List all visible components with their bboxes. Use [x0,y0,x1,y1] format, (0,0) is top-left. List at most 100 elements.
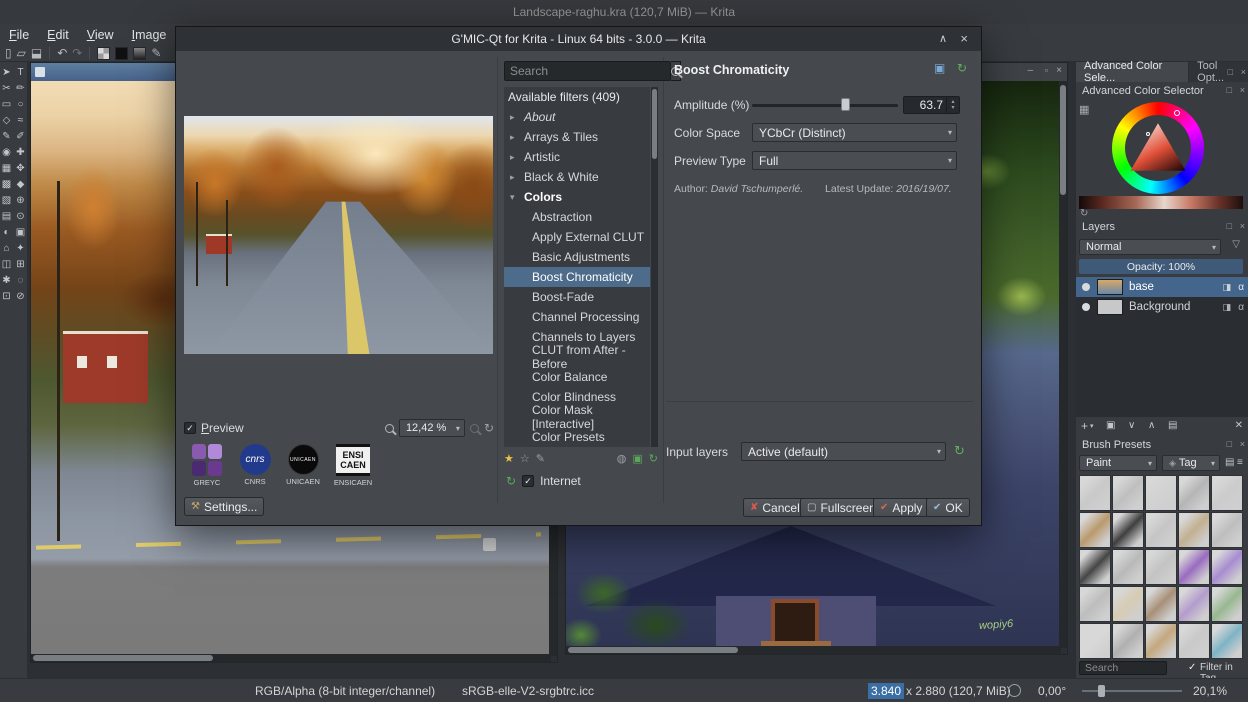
brush-preset[interactable] [1211,475,1243,511]
selector-settings-icon[interactable]: ▦ [1079,103,1089,116]
layer-name[interactable]: Background [1129,301,1190,313]
chevron-right-icon[interactable]: ▸ [510,132,519,143]
advanced-color-selector[interactable]: ▦ [1076,100,1248,220]
brush-search-input[interactable] [1079,661,1167,675]
canvas-rotation-icon[interactable] [1008,684,1021,697]
layer-row-background[interactable]: Background ◨ α [1076,297,1248,317]
brush-preset[interactable] [1112,586,1144,622]
shade-window-icon[interactable]: ∧ [939,32,947,45]
tool-icon[interactable]: ✦ [14,241,27,256]
filter-basic-adjustments[interactable]: Basic Adjustments [504,247,650,267]
zoom-level-label[interactable]: 20,1% [1193,684,1227,698]
brush-preset[interactable] [1079,512,1111,548]
brush-preset[interactable] [1178,549,1210,585]
save-document-icon[interactable]: ⬓ [31,46,42,60]
alpha-lock-icon[interactable]: α [1238,302,1244,313]
blend-mode-dropdown[interactable]: Normal ▾ [1079,239,1221,255]
duplicate-layer-button[interactable]: ▣ [1106,420,1115,431]
filter-boost-chromaticity[interactable]: Boost Chromaticity [504,267,650,287]
fullscreen-button[interactable]: ▢ Fullscreen [800,498,883,517]
filter-boost-fade[interactable]: Boost-Fade [504,287,650,307]
tool-icon[interactable]: ✚ [14,145,27,160]
restore-icon[interactable]: ▫ [1045,65,1048,75]
tool-icon[interactable]: ⊡ [0,289,13,304]
brush-preset[interactable] [1079,623,1111,659]
filter-abstraction[interactable]: Abstraction [504,207,650,227]
scrollbar-thumb[interactable] [33,655,213,661]
inherit-alpha-icon[interactable]: ◨ [1222,282,1231,293]
tool-icon[interactable]: ✏ [14,81,27,96]
pattern-swatch[interactable] [97,46,111,60]
add-fave-icon[interactable]: ★ [504,452,514,465]
brush-engine-dropdown[interactable]: Paint ▾ [1079,455,1157,471]
delete-layer-button[interactable]: ✕ [1235,420,1243,431]
canvas-vscrollbar[interactable] [1059,81,1067,648]
layer-thumbnail[interactable] [1097,279,1123,295]
layer-filter-icon[interactable]: ▽ [1232,239,1240,250]
cancel-button[interactable]: ✘ Cancel [743,498,807,517]
color-space-dropdown[interactable]: YCbCr (Distinct) ▾ [752,123,957,142]
close-docker-icon[interactable]: × [1240,85,1245,95]
move-layer-up-button[interactable]: ∧ [1148,420,1155,431]
filter-tag-check-icon[interactable]: ✓ [1188,662,1196,673]
brush-preset[interactable] [1178,512,1210,548]
visibility-icon[interactable] [1082,283,1090,291]
internet-globe-icon[interactable]: ◍ [617,452,627,465]
close-icon[interactable]: × [960,31,968,46]
view-mode-icon[interactable]: ▤ [1225,457,1234,468]
brush-preset[interactable] [1112,475,1144,511]
layer-name[interactable]: base [1129,281,1154,293]
tool-icon[interactable]: ○ [14,97,27,112]
tool-icon[interactable]: ⊞ [14,257,27,272]
brush-preset[interactable] [1178,475,1210,511]
amplitude-slider[interactable] [752,97,898,113]
filter-color-mask-interactive-[interactable]: Color Mask [Interactive] [504,403,650,431]
brush-preset[interactable] [1178,623,1210,659]
slider-track[interactable] [752,104,898,107]
gmic-preview-image[interactable] [184,116,493,354]
chevron-down-icon[interactable]: ▾ [510,192,519,203]
image-dimensions-label[interactable]: x 2.880 (120,7 MiB) [906,684,1011,698]
brush-preset[interactable] [1178,586,1210,622]
filter-colors[interactable]: ▾ Colors [504,187,650,207]
tool-icon[interactable]: ✎ [0,129,13,144]
pane-splitter[interactable] [663,57,664,503]
brush-preset[interactable] [1112,512,1144,548]
filter-black-white[interactable]: ▸ Black & White [504,167,650,187]
input-layers-dropdown[interactable]: Active (default) ▾ [741,442,946,461]
docker-menu-icon[interactable]: ≡ [1237,457,1243,468]
brush-preset[interactable] [1145,512,1177,548]
update-filters-icon[interactable]: ↻ [649,452,658,465]
layer-thumbnail[interactable] [1097,299,1123,315]
tool-icon[interactable]: ◇ [0,113,13,128]
close-docker-icon[interactable]: × [1240,439,1245,449]
tag-dropdown[interactable]: ◈ Tag ▾ [1162,455,1220,471]
canvas-hscrollbar[interactable] [31,654,551,662]
new-document-icon[interactable]: ▯ [5,46,12,60]
image-width-highlight[interactable]: 3.840 [868,683,905,699]
zoom-level-dropdown[interactable]: 12,42 % ▾ [398,419,465,437]
brush-preset[interactable] [1145,475,1177,511]
color-marker[interactable] [1146,132,1150,136]
brush-editor-icon[interactable]: ✎ [151,46,161,60]
slider-handle[interactable] [841,98,850,111]
tool-icon[interactable]: ▣ [14,225,27,240]
canvas-hscrollbar[interactable] [566,646,1061,654]
refresh-input-layers-icon[interactable]: ↻ [954,443,965,459]
zoom-in-icon[interactable] [469,423,479,433]
filter-about[interactable]: ▸ About [504,107,650,127]
brush-preset[interactable] [1211,549,1243,585]
download-filters-icon[interactable]: ▣ [632,452,642,465]
gradient-swatch[interactable] [133,46,147,60]
menu-edit[interactable]: Edit [38,26,78,44]
float-docker-icon[interactable]: □ [1227,221,1232,231]
opacity-slider[interactable]: Opacity: 100% [1079,259,1243,274]
brush-preset[interactable] [1145,586,1177,622]
minimize-icon[interactable]: – [1027,65,1033,76]
layer-properties-button[interactable]: ▤ [1168,420,1177,431]
filter-channel-processing[interactable]: Channel Processing [504,307,650,327]
tool-icon[interactable]: ➤ [0,65,13,80]
refresh-icon[interactable]: ↻ [506,474,516,488]
ok-button[interactable]: ✔ OK [926,498,970,517]
tool-icon[interactable]: ⊘ [14,289,27,304]
